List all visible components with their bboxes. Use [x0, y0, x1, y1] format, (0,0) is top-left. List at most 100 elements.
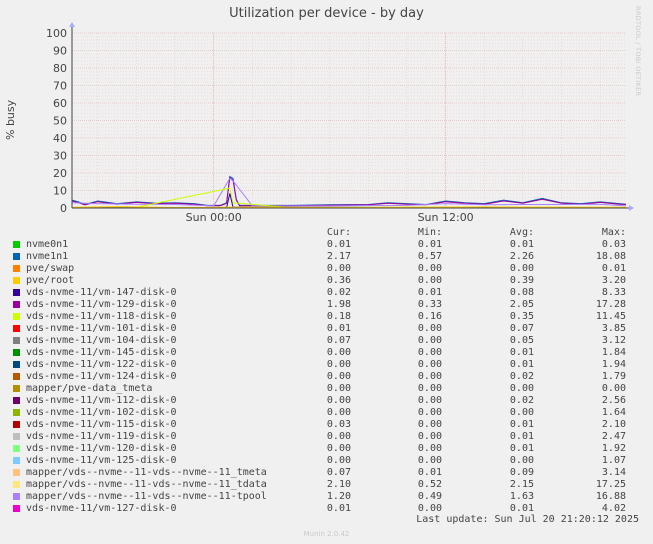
legend-max-value: 0.01 [601, 263, 626, 274]
y-tick-label: 80 [53, 62, 67, 75]
legend-cur-value: 0.00 [326, 347, 351, 358]
legend-row: vds-nvme-11/vm-118-disk-0 0.18 0.16 0.35 11.… [13, 311, 643, 323]
legend-avg-value: 0.00 [509, 455, 534, 466]
chart-series [71, 175, 627, 209]
legend-avg-value: 0.01 [509, 359, 534, 370]
legend-avg-value: 0.01 [509, 443, 534, 454]
series-line [71, 206, 627, 209]
legend-cur-value: 0.18 [326, 311, 351, 322]
legend-swatch [13, 433, 20, 440]
legend-avg-value: 0.35 [509, 311, 534, 322]
legend-min-value: 0.52 [417, 479, 442, 490]
legend-max-value: 1.64 [601, 407, 626, 418]
legend-name: pve/swap [26, 263, 75, 274]
legend-max-value: 4.02 [601, 503, 626, 514]
legend-name: pve/root [26, 275, 75, 286]
legend-cur-value: 0.00 [326, 395, 351, 406]
legend-row: mapper/pve-data_tmeta 0.00 0.00 0.00 0.00 [13, 383, 643, 395]
legend-max-value: 18.08 [595, 251, 626, 262]
y-axis-arrow [69, 22, 75, 27]
legend-row: nvme0n1 0.01 0.01 0.01 0.03 [13, 239, 643, 251]
legend-cur-value: 0.02 [326, 287, 351, 298]
chart-axes [69, 22, 634, 211]
legend-min-value: 0.57 [417, 251, 442, 262]
legend-name: vds-nvme-11/vm-104-disk-0 [26, 335, 177, 346]
chart-plot: 0 10 20 30 40 50 60 70 80 90 100 Sun 00:00 Sun 12:0… [46, 22, 634, 224]
legend-name: mapper/vds--nvme--11-vds--nvme--11_tmeta [26, 467, 267, 478]
legend-max-value: 1.84 [601, 347, 626, 358]
y-tick-label: 60 [53, 97, 67, 110]
y-tick-label: 100 [46, 27, 67, 40]
legend-name: vds-nvme-11/vm-125-disk-0 [26, 455, 177, 466]
legend-swatch [13, 385, 20, 392]
y-tick-label: 10 [53, 185, 67, 198]
legend-swatch [13, 277, 20, 284]
legend-min-value: 0.00 [417, 323, 442, 334]
legend-avg-value: 0.00 [509, 263, 534, 274]
legend-swatch [13, 445, 20, 452]
legend-name: vds-nvme-11/vm-145-disk-0 [26, 347, 177, 358]
legend-max-value: 3.20 [601, 275, 626, 286]
legend-min-value: 0.00 [417, 263, 442, 274]
legend-avg-value: 0.00 [509, 383, 534, 394]
legend-name: vds-nvme-11/vm-124-disk-0 [26, 371, 177, 382]
legend-max-value: 3.14 [601, 467, 626, 478]
legend-min-value: 0.00 [417, 407, 442, 418]
legend-min-value: 0.00 [417, 347, 442, 358]
legend-swatch [13, 457, 20, 464]
legend-name: mapper/vds--nvme--11-vds--nvme--11-tpool [26, 491, 267, 502]
legend-swatch [13, 313, 20, 320]
legend-min-value: 0.49 [417, 491, 442, 502]
legend-avg-value: 0.07 [509, 323, 534, 334]
legend-max-value: 2.56 [601, 395, 626, 406]
legend-row: vds-nvme-11/vm-102-disk-0 0.00 0.00 0.00 1.6… [13, 407, 643, 419]
legend-min-value: 0.01 [417, 467, 442, 478]
legend-row: vds-nvme-11/vm-129-disk-0 1.98 0.33 2.05 17.… [13, 299, 643, 311]
legend-row: vds-nvme-11/vm-124-disk-0 0.00 0.00 0.02 1.7… [13, 371, 643, 383]
y-tick-label: 30 [53, 150, 67, 163]
legend-name: vds-nvme-11/vm-129-disk-0 [26, 299, 177, 310]
legend-avg-value: 0.02 [509, 395, 534, 406]
legend-cur-value: 2.10 [326, 479, 351, 490]
legend-cur-value: 2.17 [326, 251, 351, 262]
legend-swatch [13, 493, 20, 500]
legend-name: vds-nvme-11/vm-119-disk-0 [26, 431, 177, 442]
legend-max-value: 2.47 [601, 431, 626, 442]
legend-max-value: 1.94 [601, 359, 626, 370]
legend-min-value: 0.33 [417, 299, 442, 310]
legend-header-max: Max: [601, 227, 626, 238]
legend-cur-value: 0.07 [326, 335, 351, 346]
legend-min-value: 0.00 [417, 431, 442, 442]
legend-name: mapper/vds--nvme--11-vds--nvme--11_tdata [26, 479, 267, 490]
legend-avg-value: 1.63 [509, 491, 534, 502]
legend-max-value: 0.03 [601, 239, 626, 250]
legend-min-value: 0.00 [417, 419, 442, 430]
legend-avg-value: 0.09 [509, 467, 534, 478]
legend-cur-value: 0.00 [326, 263, 351, 274]
legend-name: nvme0n1 [26, 239, 69, 250]
legend-header-min: Min: [417, 227, 442, 238]
legend-min-value: 0.00 [417, 335, 442, 346]
legend-cur-value: 0.01 [326, 239, 351, 250]
legend-swatch [13, 325, 20, 332]
legend-min-value: 0.00 [417, 503, 442, 514]
legend-max-value: 17.28 [595, 299, 626, 310]
x-tick-label: Sun 00:00 [186, 211, 242, 224]
legend-max-value: 17.25 [595, 479, 626, 490]
legend-header-cur: Cur: [326, 227, 351, 238]
legend-min-value: 0.00 [417, 275, 442, 286]
legend-row: vds-nvme-11/vm-122-disk-0 0.00 0.00 0.01 1.9… [13, 359, 643, 371]
y-tick-label: 20 [53, 167, 67, 180]
legend-cur-value: 0.00 [326, 455, 351, 466]
y-tick-label: 90 [53, 45, 67, 58]
legend-avg-value: 0.01 [509, 347, 534, 358]
legend-cur-value: 0.01 [326, 503, 351, 514]
legend-row: vds-nvme-11/vm-145-disk-0 0.00 0.00 0.01 1.8… [13, 347, 643, 359]
legend-row: vds-nvme-11/vm-125-disk-0 0.00 0.00 0.00 1.0… [13, 455, 643, 467]
y-tick-label: 50 [53, 115, 67, 128]
legend-avg-value: 0.01 [509, 419, 534, 430]
x-tick-label: Sun 12:00 [418, 211, 474, 224]
legend-avg-value: 0.08 [509, 287, 534, 298]
legend-avg-value: 0.02 [509, 371, 534, 382]
legend-swatch [13, 373, 20, 380]
